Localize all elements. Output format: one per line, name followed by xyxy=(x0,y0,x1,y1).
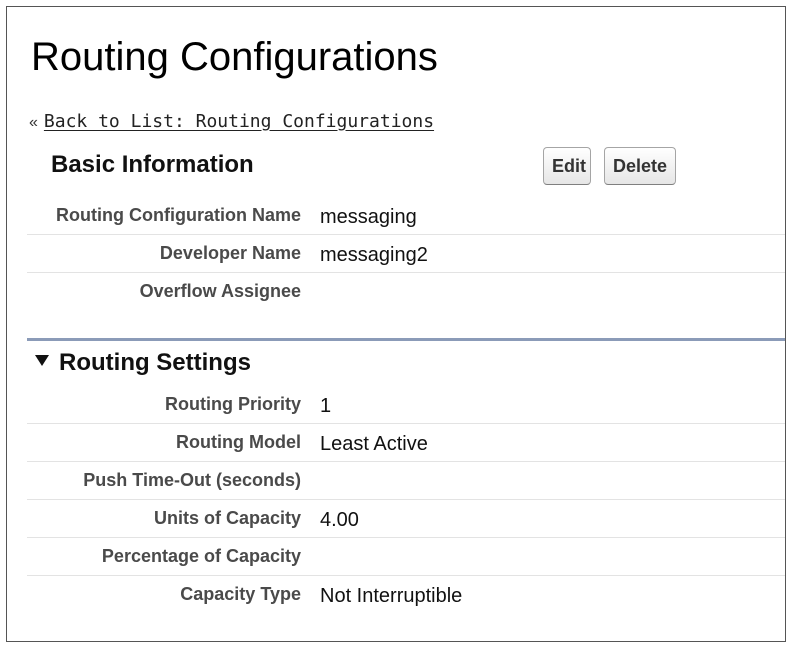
routing-settings-title: Routing Settings xyxy=(59,349,251,376)
back-link-prefix: « xyxy=(29,114,38,131)
delete-button[interactable]: Delete xyxy=(604,147,676,185)
field-row-push-time-out: Push Time-Out (seconds) xyxy=(27,462,785,500)
field-label: Developer Name xyxy=(159,243,301,263)
detail-page-frame: Routing Configurations « Back to List: Ro… xyxy=(6,6,786,642)
field-row-routing-configuration-name: Routing Configuration Name messaging xyxy=(27,197,785,235)
page-title: Routing Configurations xyxy=(31,35,438,79)
back-to-list-link[interactable]: Back to List: Routing Configurations xyxy=(44,111,434,132)
field-value: Least Active xyxy=(320,433,428,455)
field-row-developer-name: Developer Name messaging2 xyxy=(27,235,785,273)
field-row-percentage-of-capacity: Percentage of Capacity xyxy=(27,538,785,576)
field-row-routing-model: Routing Model Least Active xyxy=(27,424,785,462)
field-row-routing-priority: Routing Priority 1 xyxy=(27,386,785,424)
field-row-units-of-capacity: Units of Capacity 4.00 xyxy=(27,500,785,538)
triangle-down-icon[interactable] xyxy=(35,354,49,366)
field-label: Overflow Assignee xyxy=(139,281,301,301)
field-label: Routing Priority xyxy=(165,394,301,414)
field-label: Routing Configuration Name xyxy=(56,205,301,225)
field-value: 4.00 xyxy=(320,509,359,531)
field-value: Not Interruptible xyxy=(320,585,463,607)
field-value: 1 xyxy=(320,395,332,417)
field-label: Push Time-Out (seconds) xyxy=(83,470,301,490)
field-value: messaging2 xyxy=(320,244,428,266)
field-label: Capacity Type xyxy=(180,584,301,604)
basic-information-title: Basic Information xyxy=(51,151,254,178)
breadcrumb: « Back to List: Routing Configurations xyxy=(29,110,434,135)
field-value: messaging xyxy=(320,206,417,228)
field-row-overflow-assignee: Overflow Assignee xyxy=(27,273,785,311)
field-label: Routing Model xyxy=(176,432,301,452)
field-row-capacity-type: Capacity Type Not Interruptible xyxy=(27,576,785,614)
edit-button[interactable]: Edit xyxy=(543,147,591,185)
routing-settings-header[interactable]: Routing Settings xyxy=(35,348,251,382)
section-divider xyxy=(27,338,785,341)
field-label: Percentage of Capacity xyxy=(101,546,301,566)
field-label: Units of Capacity xyxy=(153,508,301,528)
